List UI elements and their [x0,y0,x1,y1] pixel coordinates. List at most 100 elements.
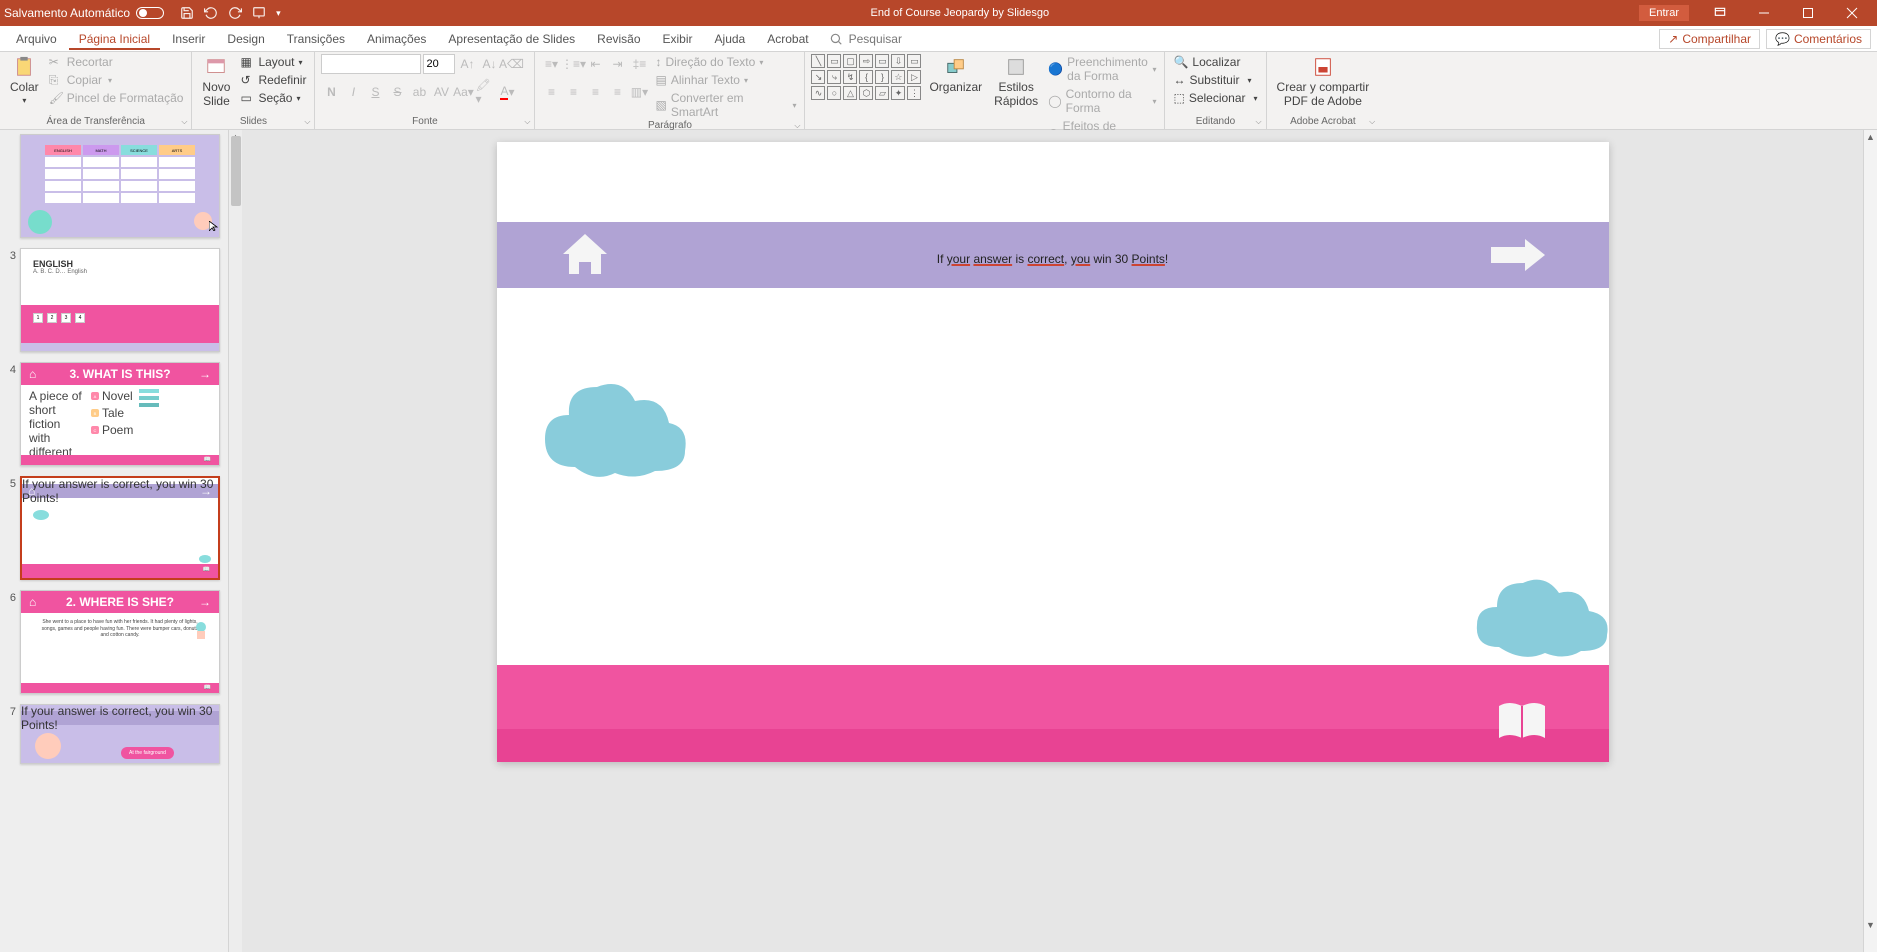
adobe-pdf-button[interactable]: Crear y compartir PDF de Adobe [1273,54,1374,110]
redo-icon[interactable] [228,6,242,20]
undo-icon[interactable] [204,6,218,20]
thumb-preview-6[interactable]: ⌂2. WHERE IS SHE?→ She went to a place t… [20,590,220,694]
shape-brace-icon[interactable]: { [859,70,873,84]
align-left-button[interactable]: ≡ [541,82,561,102]
case-button[interactable]: Aa▾ [453,82,473,102]
thumbs-scrollbar[interactable]: ▲ [228,130,242,952]
signin-button[interactable]: Entrar [1639,5,1689,21]
columns-button[interactable]: ▥▾ [629,82,649,102]
shape-curve-icon[interactable]: ∿ [811,86,825,100]
shape-star2-icon[interactable]: ✦ [891,86,905,100]
highlight-button[interactable]: 🖍▾ [475,82,495,102]
toggle-switch-icon[interactable] [136,7,164,19]
shape-rect4-icon[interactable]: ▭ [907,54,921,68]
layout-button[interactable]: ▦Layout▾ [238,54,308,70]
strike-button[interactable]: S [387,82,407,102]
shapes-gallery[interactable]: ╲ ▭ ▢ ⇨ ▭ ⇩ ▭ ↘ ⤷ ↯ { } ☆ ▷ ∿ ○ △ ⬡ ▱ ✦ [811,54,921,100]
canvas-scrollbar[interactable]: ▲ ▼ [1863,130,1877,952]
cut-button[interactable]: ✂Recortar [47,54,186,70]
shape-hex-icon[interactable]: ⬡ [859,86,873,100]
current-slide[interactable]: If your answer is correct, you win 30 Po… [497,142,1609,762]
shape-line-icon[interactable]: ╲ [811,54,825,68]
ribbon-display-icon[interactable] [1699,0,1741,26]
tab-ajuda[interactable]: Ajuda [705,28,756,50]
share-button[interactable]: ↗Compartilhar [1659,29,1760,49]
shape-zig-icon[interactable]: ↯ [843,70,857,84]
increase-font-icon[interactable]: A↑ [457,54,477,74]
underline-button[interactable]: S [365,82,385,102]
paste-button[interactable]: Colar ▾ [6,54,43,107]
scroll-thumb[interactable] [231,136,241,206]
scroll-up-icon[interactable]: ▲ [1864,130,1877,144]
copy-button[interactable]: ⎘Copiar▾ [47,72,186,88]
shape-brace2-icon[interactable]: } [875,70,889,84]
thumbnail-5[interactable]: 5 ⌂If your answer is correct, you win 30… [4,476,220,580]
section-button[interactable]: ▭Seção▾ [238,90,308,106]
clear-format-icon[interactable]: A⌫ [501,54,521,74]
tab-inserir[interactable]: Inserir [162,28,215,50]
shape-tri-icon[interactable]: △ [843,86,857,100]
shape-arrow-icon[interactable]: ⇨ [859,54,873,68]
shape-rect-icon[interactable]: ▭ [827,54,841,68]
shape-conn-icon[interactable]: ⤷ [827,70,841,84]
tab-design[interactable]: Design [217,28,274,50]
smartart-button[interactable]: ▧Converter em SmartArt▾ [653,90,798,120]
select-button[interactable]: ⬚Selecionar▾ [1171,90,1259,106]
scroll-down-icon[interactable]: ▼ [1864,918,1877,932]
thumbnail-4[interactable]: 4 ⌂3. WHAT IS THIS?→ A piece of short fi… [4,362,220,466]
shape-action-icon[interactable]: ▷ [907,70,921,84]
thumbnail-6[interactable]: 6 ⌂2. WHERE IS SHE?→ She went to a place… [4,590,220,694]
reset-button[interactable]: ↺Redefinir [238,72,308,88]
align-center-button[interactable]: ≡ [563,82,583,102]
indent-inc-button[interactable]: ⇥ [607,54,627,74]
shape-arrow2-icon[interactable]: ⇩ [891,54,905,68]
thumb-preview-7[interactable]: If your answer is correct, you win 30 Po… [20,704,220,764]
arrow-right-icon[interactable] [1487,235,1549,275]
spacing-button[interactable]: AV [431,82,451,102]
shape-outline-button[interactable]: ◯Contorno da Forma▾ [1046,86,1158,116]
thumbnail-3[interactable]: 3 ENGLISH A. B. C. D… English 1234 [4,248,220,352]
slide-thumbnails-pane[interactable]: ENGLISHMATHSCIENCEARTS 3 ENGLISH A. B. C… [0,130,228,952]
maximize-button[interactable] [1787,0,1829,26]
shape-line2-icon[interactable]: ↘ [811,70,825,84]
tab-transicoes[interactable]: Transições [277,28,355,50]
save-icon[interactable] [180,6,194,20]
tab-animacoes[interactable]: Animações [357,28,436,50]
text-direction-button[interactable]: ↕Direção do Texto▾ [653,54,798,70]
minimize-button[interactable] [1743,0,1785,26]
thumbnail-7[interactable]: 7 If your answer is correct, you win 30 … [4,704,220,764]
bullets-button[interactable]: ≡▾ [541,54,561,74]
quick-styles-button[interactable]: Estilos Rápidos [990,54,1042,110]
replace-button[interactable]: ↔Substituir▾ [1171,72,1259,88]
justify-button[interactable]: ≡ [607,82,627,102]
align-right-button[interactable]: ≡ [585,82,605,102]
book-icon[interactable] [1495,700,1549,744]
shape-rect3-icon[interactable]: ▭ [875,54,889,68]
search-box[interactable]: Pesquisar [821,28,910,50]
tab-acrobat[interactable]: Acrobat [757,28,818,50]
decrease-font-icon[interactable]: A↓ [479,54,499,74]
thumb-preview-5[interactable]: ⌂If your answer is correct, you win 30 P… [20,476,220,580]
slide-canvas-area[interactable]: If your answer is correct, you win 30 Po… [242,130,1863,952]
tab-exibir[interactable]: Exibir [653,28,703,50]
font-color-button[interactable]: A▾ [497,82,517,102]
shape-par-icon[interactable]: ▱ [875,86,889,100]
shape-rect2-icon[interactable]: ▢ [843,54,857,68]
thumb-preview-4[interactable]: ⌂3. WHAT IS THIS?→ A piece of short fict… [20,362,220,466]
shape-oval-icon[interactable]: ○ [827,86,841,100]
comments-button[interactable]: 💬Comentários [1766,29,1871,49]
tab-apresentacao[interactable]: Apresentação de Slides [438,28,585,50]
bold-button[interactable]: N [321,82,341,102]
shadow-button[interactable]: ab [409,82,429,102]
home-icon[interactable] [557,230,613,280]
font-name-input[interactable] [321,54,421,74]
font-size-input[interactable] [423,54,455,74]
tab-arquivo[interactable]: Arquivo [6,28,67,50]
indent-dec-button[interactable]: ⇤ [585,54,605,74]
format-painter-button[interactable]: 🖌Pincel de Formatação [47,90,186,106]
numbering-button[interactable]: ⋮≡▾ [563,54,583,74]
arrange-button[interactable]: Organizar [925,54,986,96]
tab-pagina-inicial[interactable]: Página Inicial [69,28,160,50]
align-text-button[interactable]: ▤Alinhar Texto▾ [653,72,798,88]
find-button[interactable]: 🔍Localizar [1171,54,1259,70]
